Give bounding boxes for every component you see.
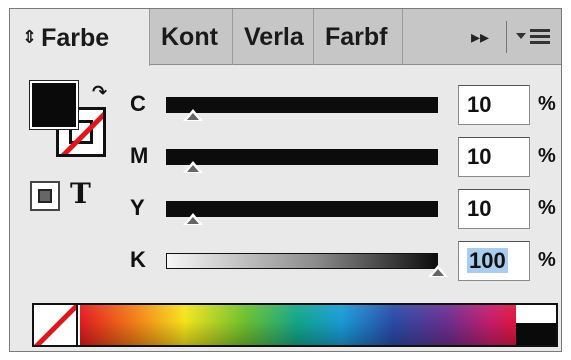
slider-row-yellow: Y 10 % [10,183,561,233]
channel-label: Y [130,195,145,220]
tab-kontur[interactable]: Kont [151,9,233,65]
panel-menu-icon[interactable] [516,23,554,51]
selected-value-text: 100 [467,248,508,273]
slider-row-black: K 100 % [10,235,561,285]
cyan-value-input[interactable]: 10 [458,85,530,125]
none-swatch-icon[interactable] [34,305,78,345]
tab-farbe[interactable]: ⇕ Farbe [10,9,150,66]
tab-label: Farbf [325,23,388,51]
yellow-slider-track[interactable] [166,201,438,217]
spectrum-ramp[interactable] [80,305,516,345]
channel-label: M [130,143,149,168]
cyan-slider-thumb[interactable] [183,109,204,121]
chevron-updown-icon[interactable]: ⇕ [22,9,37,65]
tab-bar: ⇕ Farbe Kont Verla Farbf ▸▸ [10,9,561,66]
magenta-value-input[interactable]: 10 [458,137,530,177]
slider-row-magenta: M 10 % [10,131,561,181]
percent-unit: % [538,197,556,219]
tab-label: Kont [161,23,218,51]
tab-label: Verla [244,23,304,51]
channel-label: K [130,247,146,272]
fast-forward-icon[interactable]: ▸▸ [466,23,494,51]
slider-row-cyan: C 10 % [10,79,561,129]
black-value-input[interactable]: 100 [458,241,530,281]
tab-label: Farbe [41,24,110,52]
percent-unit: % [538,93,556,115]
black-swatch[interactable] [516,323,556,345]
cyan-slider-track[interactable] [166,97,438,113]
magenta-slider-thumb[interactable] [183,161,204,173]
tabbar-divider [506,21,507,53]
color-panel: ⇕ Farbe Kont Verla Farbf ▸▸ ↷ T C 10 % M… [9,8,562,352]
black-slider-thumb[interactable] [428,265,448,277]
percent-unit: % [538,249,556,271]
magenta-slider-track[interactable] [166,149,438,165]
color-spectrum[interactable] [32,303,558,347]
tab-verlauf[interactable]: Verla [234,9,314,65]
channel-label: C [130,91,146,116]
white-swatch[interactable] [516,305,556,323]
percent-unit: % [538,145,556,167]
yellow-slider-thumb[interactable] [183,213,204,225]
tab-farbfelder[interactable]: Farbf [315,9,403,65]
black-slider-track[interactable] [166,253,438,269]
yellow-value-input[interactable]: 10 [458,189,530,229]
